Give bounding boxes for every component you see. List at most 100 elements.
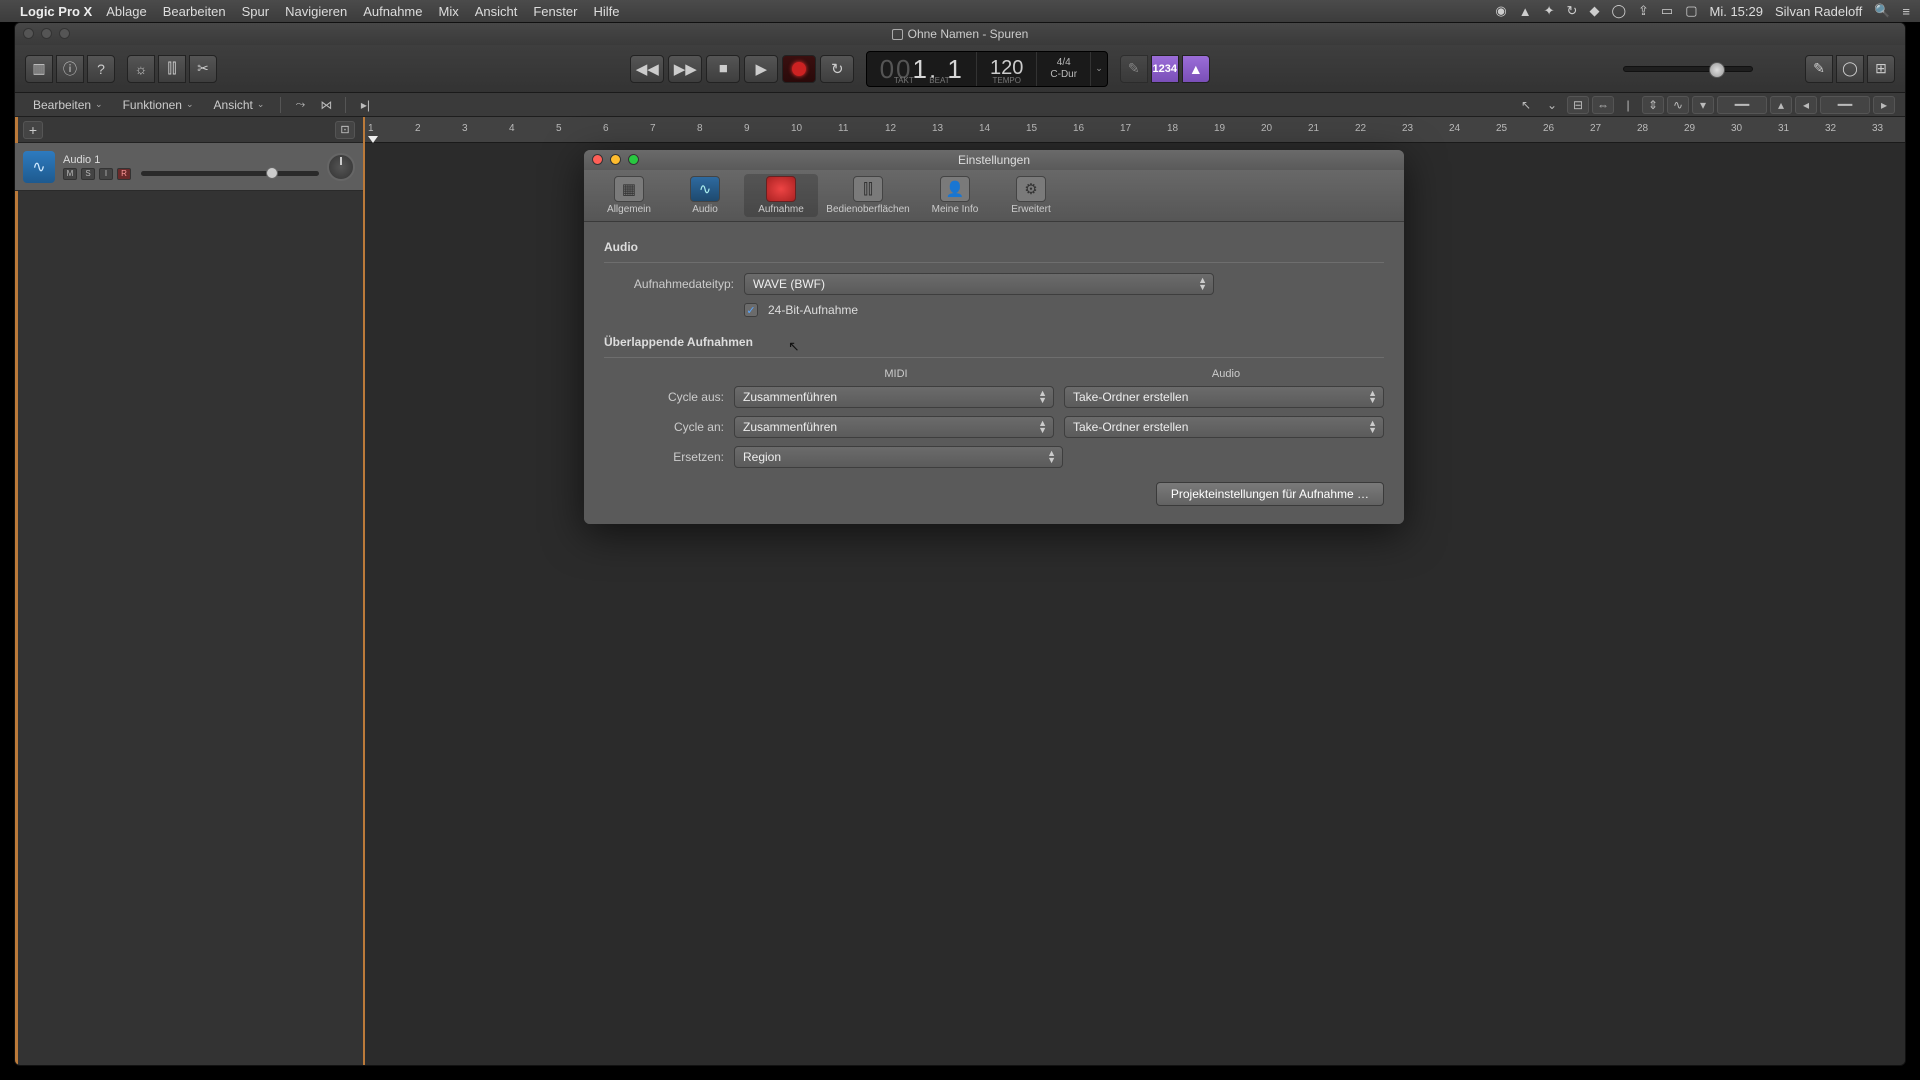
file-type-select[interactable]: WAVE (BWF) ▲▼ bbox=[744, 273, 1214, 295]
menu-ablage[interactable]: Ablage bbox=[106, 4, 146, 19]
status-battery-icon[interactable]: ▭ bbox=[1661, 3, 1673, 19]
lcd-key[interactable]: C-Dur bbox=[1050, 69, 1077, 81]
timeline-ruler[interactable]: 1234567891011121314151617181920212223242… bbox=[365, 117, 1905, 143]
zoom-v-button[interactable]: ⇕ bbox=[1642, 96, 1664, 114]
sub-edit-menu[interactable]: Bearbeiten bbox=[25, 96, 111, 114]
track-volume-fader[interactable] bbox=[141, 171, 319, 176]
vzoom-out[interactable]: ▾ bbox=[1692, 96, 1714, 114]
catch-button[interactable]: ▸| bbox=[354, 96, 376, 114]
spotlight-icon[interactable]: 🔍 bbox=[1874, 3, 1890, 19]
snap-button[interactable]: ⊟ bbox=[1567, 96, 1589, 114]
track-solo[interactable]: S bbox=[81, 168, 95, 180]
editors-button[interactable]: ✂ bbox=[189, 55, 217, 83]
tool-menu[interactable]: ⌄ bbox=[1541, 96, 1563, 114]
menu-navigieren[interactable]: Navigieren bbox=[285, 4, 347, 19]
tab-recording[interactable]: Aufnahme bbox=[744, 174, 818, 217]
lcd-expand[interactable]: ⌄ bbox=[1091, 63, 1107, 74]
automation-button[interactable]: ⤳ bbox=[289, 96, 311, 114]
help-button[interactable]: ? bbox=[87, 55, 115, 83]
browser-button[interactable]: ⊞ bbox=[1867, 55, 1895, 83]
menu-icon[interactable]: ≡ bbox=[1902, 4, 1910, 19]
track-input[interactable]: I bbox=[99, 168, 113, 180]
pointer-tool[interactable]: ↖ bbox=[1515, 96, 1537, 114]
status-dropbox-icon[interactable]: ✦ bbox=[1544, 3, 1555, 19]
vzoom-slider[interactable]: ━━ bbox=[1717, 96, 1767, 114]
mixer-button[interactable]: ⫿⫿ bbox=[158, 55, 186, 83]
track-mute[interactable]: M bbox=[63, 168, 77, 180]
tab-advanced[interactable]: ⚙ Erweitert bbox=[994, 174, 1068, 217]
tab-audio[interactable]: ∿ Audio bbox=[668, 174, 742, 217]
audio-cycle-off-select[interactable]: Take-Ordner erstellen▲▼ bbox=[1064, 386, 1384, 408]
vzoom-in[interactable]: ▴ bbox=[1770, 96, 1792, 114]
record-button[interactable] bbox=[782, 55, 816, 83]
track-name[interactable]: Audio 1 bbox=[63, 154, 319, 166]
menu-aufnahme[interactable]: Aufnahme bbox=[363, 4, 422, 19]
smart-controls-button[interactable]: ☼ bbox=[127, 55, 155, 83]
add-track-button[interactable]: + bbox=[23, 121, 43, 139]
notepad-button[interactable]: ✎ bbox=[1805, 55, 1833, 83]
waveform-zoom[interactable]: ∿ bbox=[1667, 96, 1689, 114]
playhead-icon[interactable] bbox=[368, 136, 378, 143]
lcd-display[interactable]: 001. 1 TAKT BEAT 120 TEMPO 4/4 C-Dur ⌄ bbox=[866, 51, 1108, 87]
metronome-button[interactable]: ▲ bbox=[1182, 55, 1210, 83]
menu-spur[interactable]: Spur bbox=[242, 4, 269, 19]
flex-button[interactable]: ⋈ bbox=[315, 96, 337, 114]
hzoom-in[interactable]: ▸ bbox=[1873, 96, 1895, 114]
tracklist-menu-button[interactable]: ⊡ bbox=[335, 121, 355, 139]
menubar-user[interactable]: Silvan Radeloff bbox=[1775, 4, 1862, 19]
menu-mix[interactable]: Mix bbox=[439, 4, 459, 19]
tab-myinfo[interactable]: 👤 Meine Info bbox=[918, 174, 992, 217]
traffic-max[interactable] bbox=[59, 28, 70, 39]
prefs-titlebar[interactable]: Einstellungen bbox=[584, 150, 1404, 170]
prefs-min[interactable] bbox=[610, 154, 621, 165]
menu-fenster[interactable]: Fenster bbox=[533, 4, 577, 19]
forward-button[interactable]: ▶▶ bbox=[668, 55, 702, 83]
lcd-sig[interactable]: 4/4 bbox=[1057, 57, 1071, 69]
library-button[interactable]: ▥ bbox=[25, 55, 53, 83]
prefs-close[interactable] bbox=[592, 154, 603, 165]
midi-cycle-on-select[interactable]: Zusammenführen▲▼ bbox=[734, 416, 1054, 438]
track-record-enable[interactable]: R bbox=[117, 168, 131, 180]
tab-general[interactable]: ▦ Allgemein bbox=[592, 174, 666, 217]
cycle-button[interactable]: ↻ bbox=[820, 55, 854, 83]
midi-cycle-off-select[interactable]: Zusammenführen▲▼ bbox=[734, 386, 1054, 408]
sub-functions-menu[interactable]: Funktionen bbox=[115, 96, 202, 114]
track-icon[interactable]: ∿ bbox=[23, 151, 55, 183]
status-diamond-icon[interactable]: ◆ bbox=[1589, 3, 1599, 19]
status-record-icon[interactable]: ◉ bbox=[1495, 3, 1506, 19]
status-circle-icon[interactable]: ◯ bbox=[1611, 3, 1626, 19]
tuner-button[interactable]: ✎ bbox=[1120, 55, 1148, 83]
rewind-button[interactable]: ◀◀ bbox=[630, 55, 664, 83]
countin-button[interactable]: 1234 bbox=[1151, 55, 1179, 83]
menubar-clock[interactable]: Mi. 15:29 bbox=[1710, 4, 1763, 19]
inspector-button[interactable]: ⓘ bbox=[56, 55, 84, 83]
status-wifi-icon[interactable]: ⇪ bbox=[1638, 3, 1649, 19]
midi-replace-select[interactable]: Region▲▼ bbox=[734, 446, 1063, 468]
bit24-checkbox[interactable]: ✓ bbox=[744, 303, 758, 317]
zoom-h-button[interactable]: ⇔ bbox=[1592, 96, 1614, 114]
prefs-max[interactable] bbox=[628, 154, 639, 165]
loops-button[interactable]: ◯ bbox=[1836, 55, 1864, 83]
status-sync-icon[interactable]: ↻ bbox=[1567, 3, 1578, 19]
menu-hilfe[interactable]: Hilfe bbox=[593, 4, 619, 19]
audio-cycle-on-select[interactable]: Take-Ordner erstellen▲▼ bbox=[1064, 416, 1384, 438]
tab-surfaces[interactable]: ⫿⫿ Bedienoberflächen bbox=[820, 174, 916, 217]
project-settings-button[interactable]: Projekteinstellungen für Aufnahme … bbox=[1156, 482, 1384, 506]
track-row[interactable]: ∿ Audio 1 M S I R bbox=[15, 143, 363, 191]
traffic-min[interactable] bbox=[41, 28, 52, 39]
play-button[interactable]: ▶ bbox=[744, 55, 778, 83]
window-titlebar[interactable]: Ohne Namen - Spuren bbox=[15, 23, 1905, 45]
master-volume-slider[interactable] bbox=[1623, 66, 1753, 72]
track-pan-knob[interactable] bbox=[327, 153, 355, 181]
status-cloud-icon[interactable]: ▲ bbox=[1519, 4, 1532, 19]
app-name[interactable]: Logic Pro X bbox=[20, 4, 92, 19]
traffic-close[interactable] bbox=[23, 28, 34, 39]
sub-view-menu[interactable]: Ansicht bbox=[206, 96, 273, 114]
hzoom-slider[interactable]: ━━ bbox=[1820, 96, 1870, 114]
stop-button[interactable]: ■ bbox=[706, 55, 740, 83]
hzoom-out[interactable]: ◂ bbox=[1795, 96, 1817, 114]
menu-ansicht[interactable]: Ansicht bbox=[475, 4, 518, 19]
menu-bearbeiten[interactable]: Bearbeiten bbox=[163, 4, 226, 19]
ruler-tick: 27 bbox=[1590, 123, 1601, 134]
status-display-icon[interactable]: ▢ bbox=[1685, 3, 1697, 19]
